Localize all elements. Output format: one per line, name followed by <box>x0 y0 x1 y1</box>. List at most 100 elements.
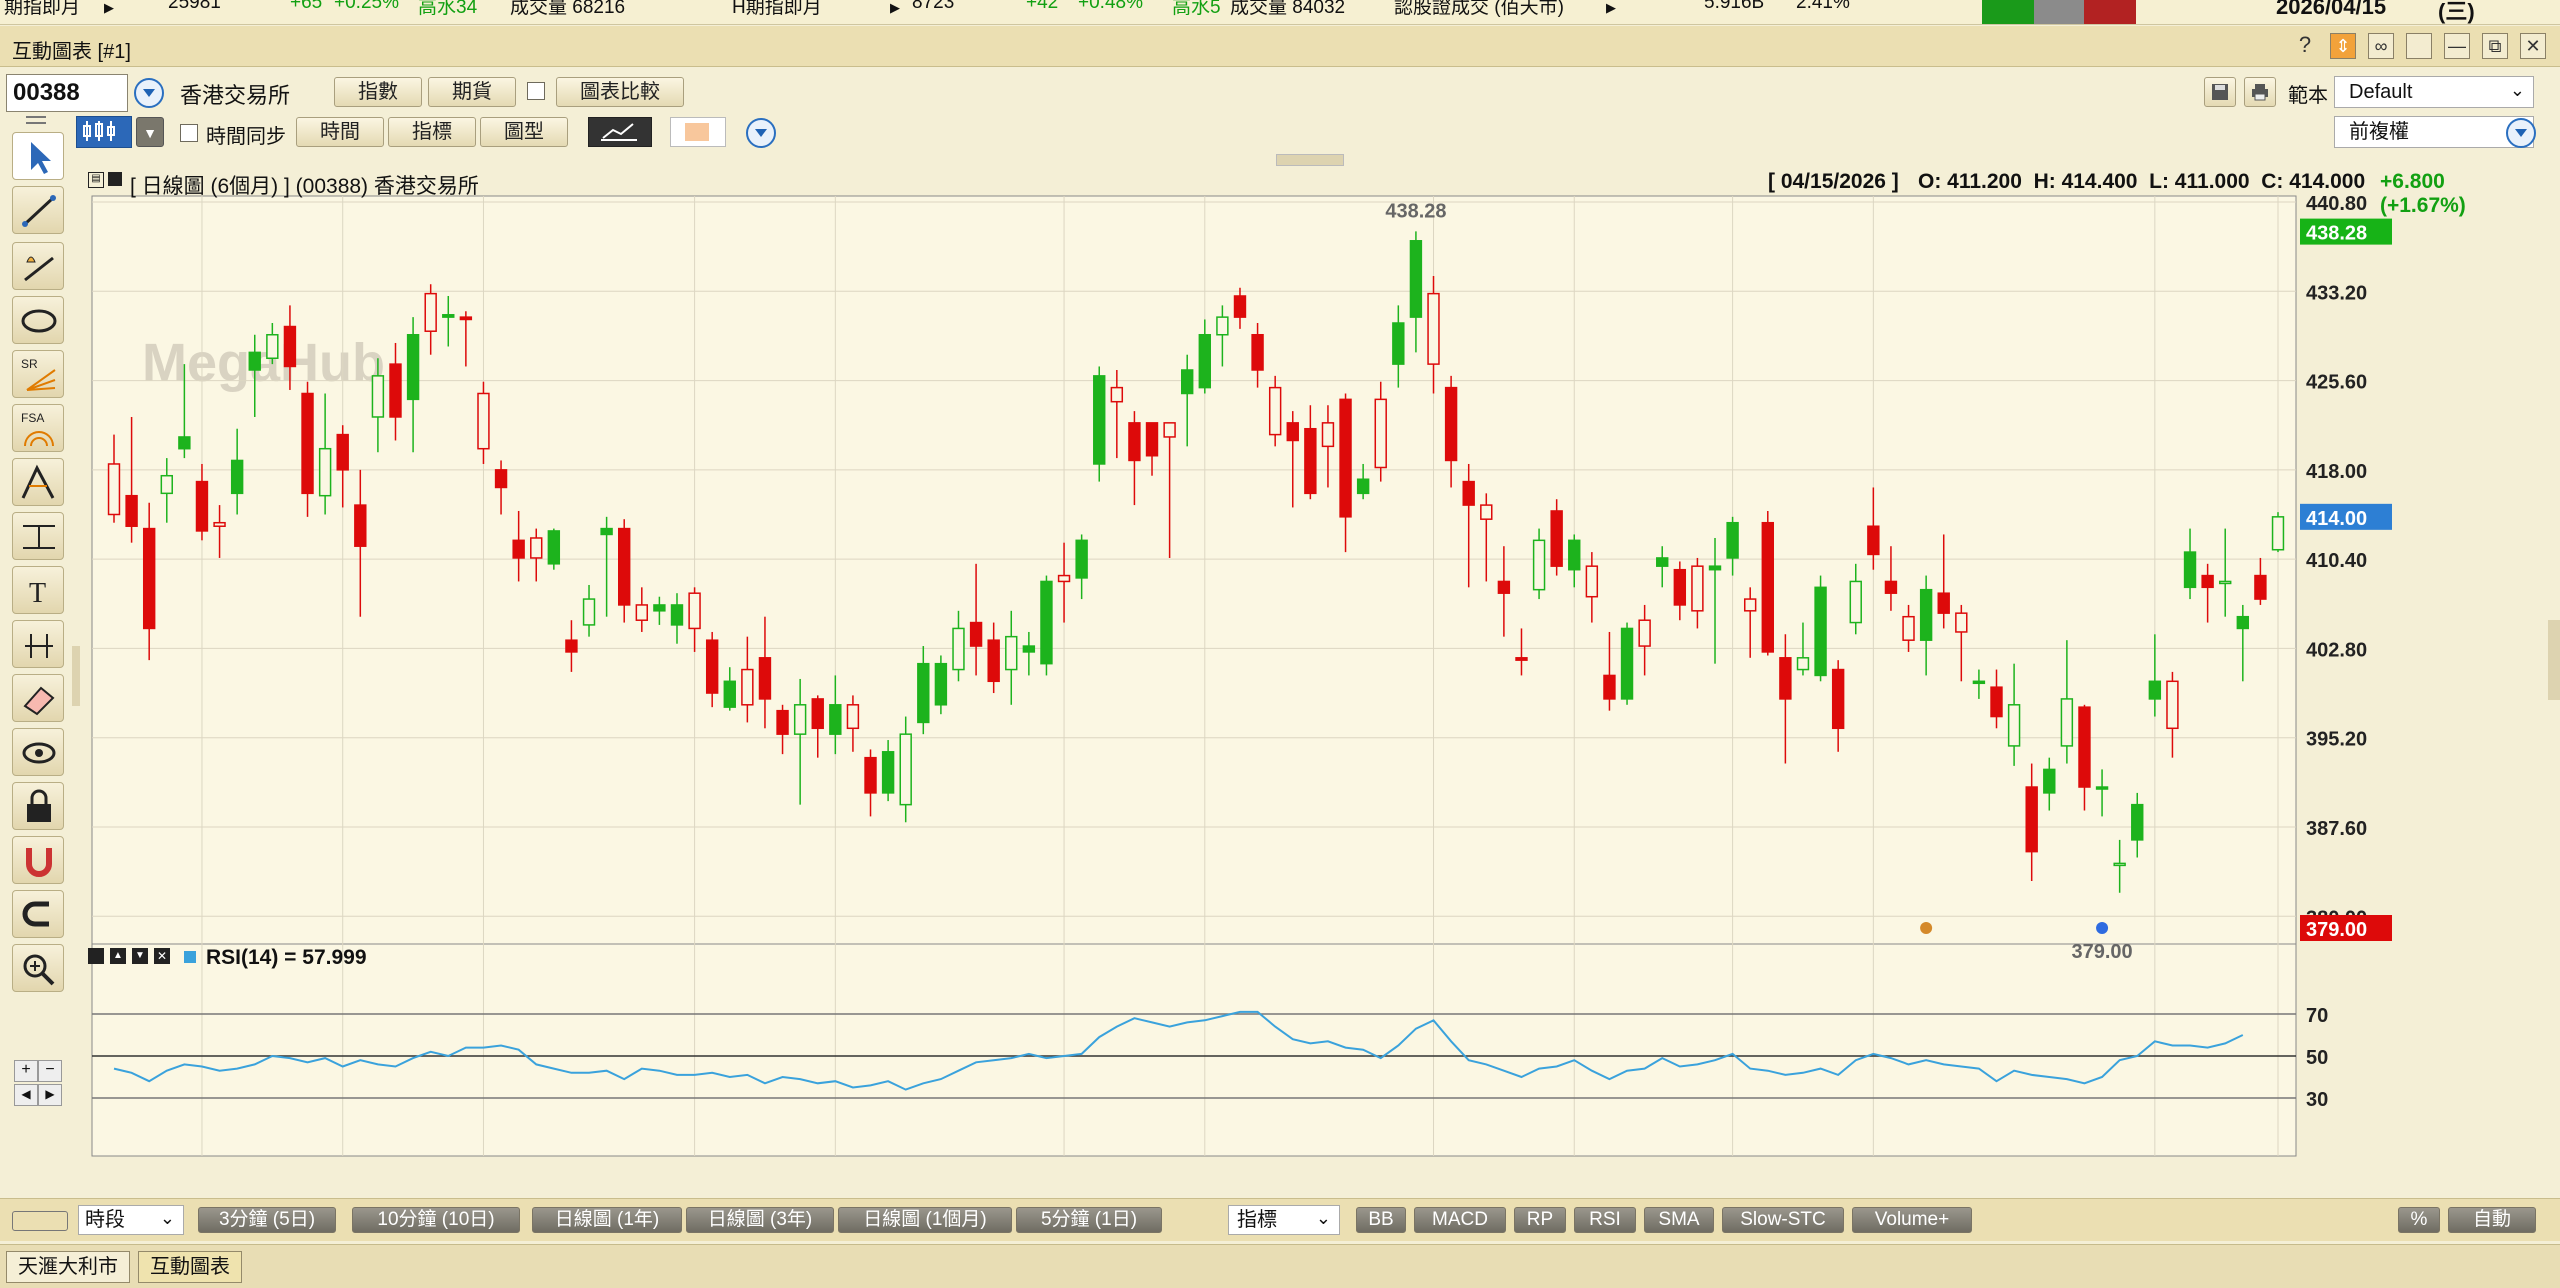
period-1y-button[interactable]: 日線圖 (1年) <box>532 1207 682 1233</box>
time-button[interactable]: 時間 <box>296 117 384 147</box>
candle-body[interactable] <box>969 621 983 647</box>
code-dropdown-icon[interactable] <box>134 78 164 108</box>
candle-body[interactable] <box>1233 295 1247 318</box>
candle-body[interactable] <box>618 527 631 606</box>
candle-body[interactable] <box>723 680 736 708</box>
candle-body[interactable] <box>1321 422 1335 448</box>
chart-area[interactable]: MegaHub 440.80 433.20 425.60 418.00 410.40 402… <box>86 166 2446 1185</box>
candle-body[interactable] <box>582 598 596 626</box>
help-icon[interactable]: ? <box>2292 33 2318 59</box>
indicator-slowstc-button[interactable]: Slow-STC <box>1722 1207 1844 1233</box>
candle-body[interactable] <box>301 392 314 495</box>
top-splitter[interactable] <box>1276 154 1344 166</box>
candle-body[interactable] <box>318 447 332 497</box>
candle-body[interactable] <box>2219 580 2232 585</box>
candle-body[interactable] <box>1216 316 1229 336</box>
candle-body[interactable] <box>741 668 754 706</box>
candle-body[interactable] <box>1304 427 1317 495</box>
candle-body[interactable] <box>248 351 261 371</box>
candle-body[interactable] <box>1990 686 2003 718</box>
candle-body[interactable] <box>899 733 912 806</box>
candle-body[interactable] <box>406 333 420 401</box>
period-5min-button[interactable]: 5分鐘 (1日) <box>1016 1207 1162 1233</box>
eraser-tool[interactable] <box>12 674 64 722</box>
candle-body[interactable] <box>565 639 578 653</box>
candle-body[interactable] <box>336 433 349 471</box>
candle-body[interactable] <box>2113 862 2126 867</box>
line-tool[interactable] <box>12 186 64 234</box>
scroll-right-button[interactable]: ▶ <box>38 1084 62 1106</box>
candle-body[interactable] <box>864 756 877 794</box>
hide-tool[interactable] <box>12 728 64 776</box>
candle-body[interactable] <box>1603 674 1616 700</box>
candle-body[interactable] <box>776 709 789 735</box>
scroll-left-button[interactable]: ◀ <box>14 1084 38 1106</box>
candle-body[interactable] <box>1708 565 1722 571</box>
candle-body[interactable] <box>793 704 807 735</box>
rsi-close-icon[interactable]: ✕ <box>154 948 170 964</box>
candle-body[interactable] <box>635 604 649 621</box>
index-button[interactable]: 指數 <box>334 77 422 107</box>
link-icon[interactable]: ∞ <box>2368 33 2394 59</box>
rsi-panel[interactable] <box>91 943 2297 1157</box>
adjust-dropdown-icon[interactable] <box>2506 118 2536 148</box>
candle-body[interactable] <box>354 504 367 547</box>
candle-body[interactable] <box>987 639 1000 683</box>
indicator-volume-button[interactable]: Volume+ <box>1852 1207 1972 1233</box>
candle-type-button[interactable] <box>76 116 132 148</box>
pointer-tool[interactable] <box>12 132 64 180</box>
candle-body[interactable] <box>758 657 772 700</box>
candle-body[interactable] <box>547 530 561 565</box>
percent-button[interactable]: % <box>2398 1207 2440 1233</box>
chart-menu-icon[interactable]: ▤ <box>88 172 104 188</box>
candle-body[interactable] <box>1620 627 1634 700</box>
magnet-tool[interactable] <box>12 836 64 884</box>
candle-body[interactable] <box>1163 422 1176 438</box>
candle-body[interactable] <box>1691 565 1704 612</box>
event-dot[interactable] <box>2096 922 2109 934</box>
time-sync-checkbox[interactable] <box>180 124 198 142</box>
candle-body[interactable] <box>2131 803 2144 841</box>
candle-body[interactable] <box>881 751 895 794</box>
candle-body[interactable] <box>1497 580 1511 594</box>
indicator-bb-button[interactable]: BB <box>1356 1207 1406 1233</box>
panel-toggle[interactable] <box>12 1211 68 1231</box>
candle-body[interactable] <box>107 463 121 516</box>
candle-body[interactable] <box>829 704 842 735</box>
rsi-up-icon[interactable]: ▲ <box>110 948 126 964</box>
indicator-rsi-button[interactable]: RSI <box>1574 1207 1636 1233</box>
options-dropdown-icon[interactable] <box>746 118 776 148</box>
blank-icon[interactable] <box>2406 33 2432 59</box>
candle-body[interactable] <box>2271 516 2285 551</box>
candle-body[interactable] <box>670 604 684 626</box>
candle-body[interactable] <box>1128 422 1141 462</box>
candle-body[interactable] <box>178 436 191 450</box>
event-dot[interactable] <box>1920 922 1933 934</box>
candle-body[interactable] <box>142 527 156 630</box>
compare-button[interactable]: 圖表比較 <box>556 77 684 107</box>
indicator-macd-button[interactable]: MACD <box>1414 1207 1506 1233</box>
right-splitter[interactable] <box>2548 620 2560 700</box>
measure-tool[interactable] <box>12 620 64 668</box>
candle-body[interactable] <box>1444 386 1458 462</box>
candle-body[interactable] <box>1849 580 1862 624</box>
chart-type-button[interactable]: 圖型 <box>480 117 568 147</box>
candle-body[interactable] <box>688 592 701 630</box>
compare-checkbox[interactable] <box>527 82 545 100</box>
candle-body[interactable] <box>1831 668 1845 730</box>
candle-body[interactable] <box>195 480 209 532</box>
candle-type-dropdown[interactable]: ▼ <box>136 117 164 147</box>
period-1m-button[interactable]: 日線圖 (1個月) <box>838 1207 1012 1233</box>
candle-body[interactable] <box>2148 680 2162 700</box>
candle-body[interactable] <box>1356 478 1370 495</box>
candle-body[interactable] <box>1726 521 1739 559</box>
candle-body[interactable] <box>424 292 437 332</box>
candle-body[interactable] <box>530 537 543 559</box>
left-splitter[interactable] <box>72 646 80 706</box>
candle-body[interactable] <box>1180 369 1194 395</box>
candle-body[interactable] <box>2201 574 2214 589</box>
candle-body[interactable] <box>1638 619 1651 647</box>
rsi-edit-icon[interactable] <box>88 948 104 964</box>
save-icon[interactable] <box>2204 77 2236 107</box>
candle-body[interactable] <box>934 662 948 706</box>
